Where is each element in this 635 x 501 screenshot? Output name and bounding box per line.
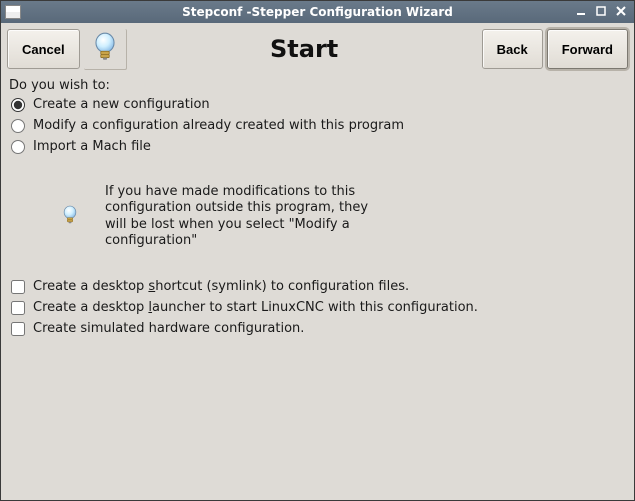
maximize-icon[interactable] bbox=[594, 5, 608, 20]
page-title: Start bbox=[262, 29, 346, 70]
spacer-right bbox=[350, 29, 477, 70]
radio-create[interactable] bbox=[11, 98, 25, 112]
checkbox-sim[interactable] bbox=[11, 322, 25, 336]
warning-block: If you have made modifications to this c… bbox=[59, 184, 479, 249]
checkbox-group: Create a desktop shortcut (symlink) to c… bbox=[9, 279, 626, 336]
wizard-body: Do you wish to: Create a new configurati… bbox=[1, 70, 634, 500]
lightbulb-icon bbox=[88, 30, 122, 68]
titlebar: Stepconf -Stepper Configuration Wizard bbox=[1, 1, 634, 23]
checkbox-shortcut[interactable] bbox=[11, 280, 25, 294]
window-controls bbox=[574, 5, 634, 20]
back-button-label: Back bbox=[497, 42, 528, 57]
radio-row-modify: Modify a configuration already created w… bbox=[11, 118, 626, 133]
radio-mach[interactable] bbox=[11, 140, 25, 154]
check-row-sim: Create simulated hardware configuration. bbox=[11, 321, 626, 336]
checkbox-shortcut-label[interactable]: Create a desktop shortcut (symlink) to c… bbox=[33, 279, 409, 294]
checkbox-launcher-label[interactable]: Create a desktop launcher to start Linux… bbox=[33, 300, 478, 315]
back-button[interactable]: Back bbox=[482, 29, 543, 69]
check-row-launcher: Create a desktop launcher to start Linux… bbox=[11, 300, 626, 315]
app-icon bbox=[5, 5, 21, 19]
wizard-window: Stepconf -Stepper Configuration Wizard C… bbox=[0, 0, 635, 501]
radio-create-label[interactable]: Create a new configuration bbox=[33, 97, 210, 112]
radio-modify[interactable] bbox=[11, 119, 25, 133]
forward-button[interactable]: Forward bbox=[547, 29, 628, 69]
prompt-label: Do you wish to: bbox=[9, 78, 626, 93]
window-title: Stepconf -Stepper Configuration Wizard bbox=[1, 5, 634, 19]
wizard-header: Cancel bbox=[1, 23, 634, 70]
forward-button-label: Forward bbox=[562, 42, 613, 57]
radio-row-mach: Import a Mach file bbox=[11, 139, 626, 154]
page-icon-wrap bbox=[84, 29, 127, 70]
close-icon[interactable] bbox=[614, 5, 628, 20]
lightbulb-small-icon bbox=[59, 204, 81, 230]
check-row-shortcut: Create a desktop shortcut (symlink) to c… bbox=[11, 279, 626, 294]
cancel-button[interactable]: Cancel bbox=[7, 29, 80, 69]
checkbox-sim-label[interactable]: Create simulated hardware configuration. bbox=[33, 321, 304, 336]
spacer-left bbox=[131, 29, 258, 70]
radio-modify-label[interactable]: Modify a configuration already created w… bbox=[33, 118, 404, 133]
cancel-button-label: Cancel bbox=[22, 42, 65, 57]
minimize-icon[interactable] bbox=[574, 5, 588, 20]
radio-mach-label[interactable]: Import a Mach file bbox=[33, 139, 151, 154]
checkbox-launcher[interactable] bbox=[11, 301, 25, 315]
radio-row-create: Create a new configuration bbox=[11, 97, 626, 112]
warning-text: If you have made modifications to this c… bbox=[105, 184, 380, 249]
